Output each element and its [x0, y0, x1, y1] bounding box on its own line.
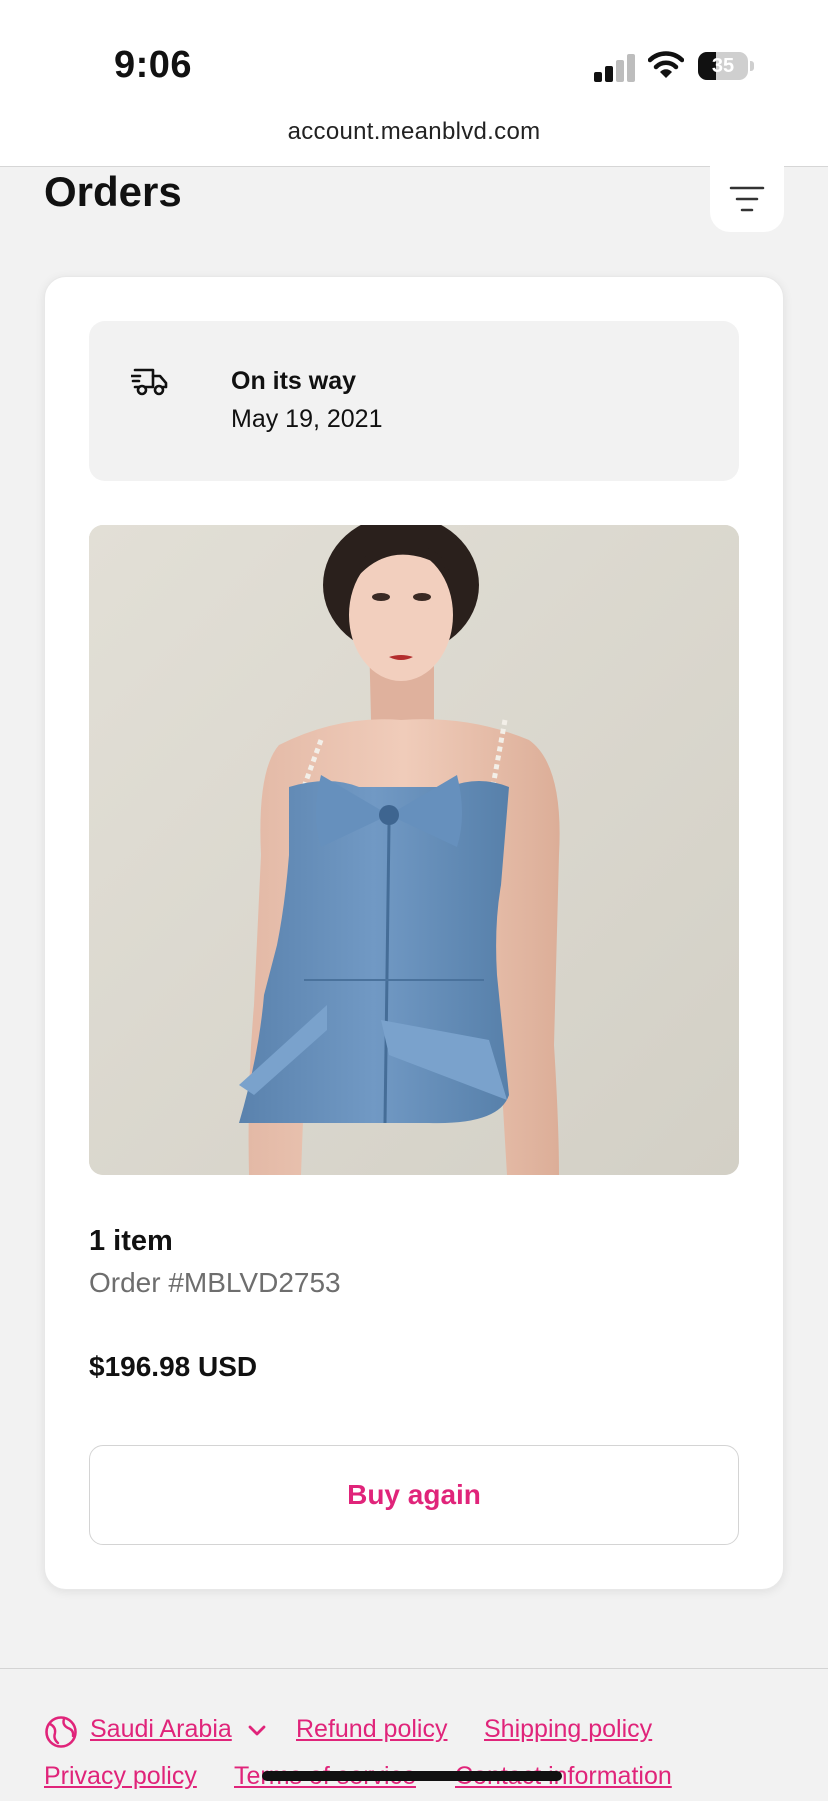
order-status-date: May 19, 2021 — [231, 405, 383, 433]
battery-level: 35 — [711, 55, 735, 77]
footer-link-privacy-policy[interactable]: Privacy policy — [44, 1762, 197, 1791]
battery-icon: 35 — [698, 52, 754, 80]
buy-again-button[interactable]: Buy again — [89, 1445, 739, 1545]
footer-link-shipping-policy[interactable]: Shipping policy — [484, 1715, 652, 1744]
url-text[interactable]: account.meanblvd.com — [0, 118, 828, 146]
address-bar[interactable]: account.meanblvd.com — [0, 110, 828, 167]
globe-icon — [45, 1716, 77, 1748]
chevron-down-icon[interactable] — [248, 1725, 266, 1737]
order-card[interactable]: On its way May 19, 2021 1 item Order #MB… — [44, 276, 784, 1590]
footer-link-refund-policy[interactable]: Refund policy — [296, 1715, 447, 1744]
filter-button[interactable] — [710, 166, 784, 232]
footer: Saudi Arabia Refund policy Shipping poli… — [0, 1668, 828, 1801]
truck-icon — [131, 368, 168, 396]
status-time: 9:06 — [114, 44, 193, 86]
home-indicator[interactable] — [262, 1771, 562, 1781]
order-total: $196.98 USD — [89, 1351, 258, 1382]
item-count: 1 item — [89, 1225, 173, 1257]
wifi-icon — [648, 51, 684, 78]
product-image[interactable] — [89, 525, 739, 1175]
status-bar: 9:06 35 — [0, 0, 828, 110]
filter-icon — [729, 186, 765, 212]
order-status-label: On its way — [231, 367, 357, 395]
cellular-signal-icon — [594, 54, 635, 82]
order-status-box: On its way May 19, 2021 — [89, 321, 739, 481]
country-selector-link[interactable]: Saudi Arabia — [90, 1715, 232, 1744]
page-title: Orders — [44, 168, 182, 215]
order-number: Order #MBLVD2753 — [89, 1267, 341, 1298]
